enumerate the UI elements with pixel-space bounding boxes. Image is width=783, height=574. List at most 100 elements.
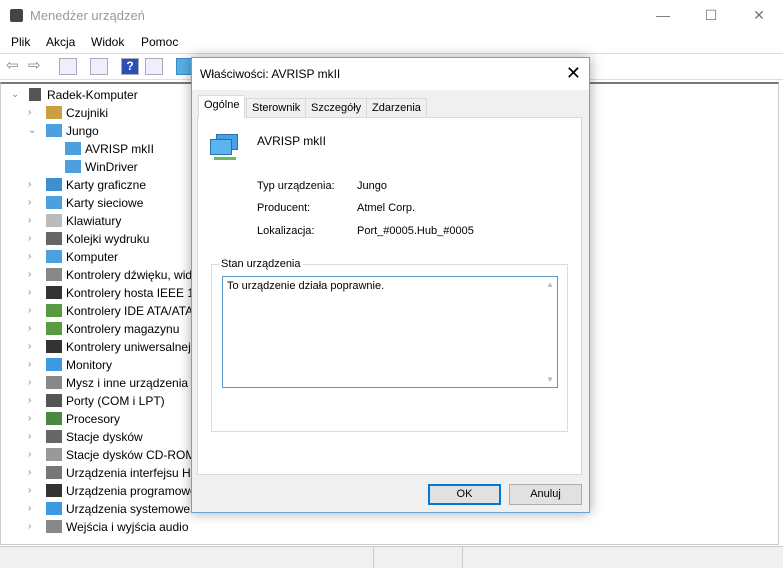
close-button[interactable]: ✕ — [736, 0, 782, 32]
chevron-right-icon[interactable]: › — [28, 302, 38, 320]
chevron-right-icon[interactable]: › — [28, 176, 38, 194]
menu-plik[interactable]: Plik — [11, 35, 30, 49]
usb-icon — [46, 340, 62, 353]
chevron-right-icon[interactable]: › — [28, 266, 38, 284]
chevron-right-icon[interactable]: › — [28, 356, 38, 374]
field-value-type: Jungo — [357, 180, 387, 192]
menu-pomoc[interactable]: Pomoc — [141, 35, 178, 49]
tree-item-label: Urządzenia systemowe — [66, 502, 191, 516]
chevron-right-icon[interactable]: › — [28, 446, 38, 464]
chevron-right-icon[interactable]: › — [28, 410, 38, 428]
hid-icon — [46, 466, 62, 479]
printer-icon — [46, 232, 62, 245]
chevron-right-icon[interactable]: › — [28, 482, 38, 500]
tree-item-label: Monitory — [66, 358, 113, 372]
menu-widok[interactable]: Widok — [91, 35, 124, 49]
tree-item-label: Procesory — [66, 412, 121, 426]
dialog-title-bar: Właściwości: AVRISP mkII ✕ — [192, 58, 589, 90]
tree-item-label: Urządzenia programowe — [66, 484, 197, 498]
tree-item-label: Porty (COM i LPT) — [66, 394, 165, 408]
dialog-title: Właściwości: AVRISP mkII — [200, 67, 341, 81]
network-icon — [65, 142, 81, 155]
scroll-down-icon[interactable]: ▼ — [546, 375, 554, 384]
tab-sterownik[interactable]: Sterownik — [246, 98, 307, 117]
tree-item-label: Jungo — [66, 124, 99, 138]
tab-zdarzenia[interactable]: Zdarzenia — [366, 98, 427, 117]
chevron-right-icon[interactable]: › — [28, 320, 38, 338]
sensor-icon — [46, 106, 62, 119]
tree-item-label: Kontrolery dźwięku, wid — [66, 268, 193, 282]
help-icon[interactable]: ? — [121, 58, 139, 75]
field-label-manufacturer: Producent: — [257, 202, 311, 214]
chevron-right-icon[interactable]: › — [28, 374, 38, 392]
chevron-right-icon[interactable]: › — [28, 194, 38, 212]
tree-item-label: Mysz i inne urządzenia w — [66, 376, 201, 390]
tab-ogolne[interactable]: Ogólne — [198, 95, 246, 118]
device-status-group: Stan urządzenia To urządzenie działa pop… — [211, 258, 568, 432]
tab-szczegoly[interactable]: Szczegóły — [305, 98, 368, 117]
run-icon[interactable] — [145, 58, 163, 75]
chevron-down-icon[interactable]: ⌄ — [11, 86, 21, 104]
system-icon — [46, 502, 62, 515]
app-icon — [10, 9, 23, 22]
tree-root-label: Radek-Komputer — [47, 88, 138, 102]
tree-item-label: WinDriver — [85, 160, 138, 174]
field-label-type: Typ urządzenia: — [257, 180, 335, 192]
chevron-right-icon[interactable]: › — [28, 212, 38, 230]
ok-button[interactable]: OK — [428, 484, 501, 505]
speaker-icon — [46, 520, 62, 533]
minimize-button[interactable]: — — [640, 0, 686, 32]
chevron-right-icon[interactable]: › — [28, 230, 38, 248]
field-value-location: Port_#0005.Hub_#0005 — [357, 225, 474, 237]
chevron-right-icon[interactable]: › — [28, 248, 38, 266]
chevron-right-icon[interactable]: › — [28, 500, 38, 518]
title-bar: Menedżer urządzeń — ☐ ✕ — [0, 0, 783, 32]
device-status-label: Stan urządzenia — [219, 258, 303, 270]
tree-item-label: Kontrolery uniwersalnej — [66, 340, 191, 354]
device-status-text: To urządzenie działa poprawnie. — [227, 280, 385, 292]
network-icon — [65, 160, 81, 173]
tree-item-label: Urządzenia interfejsu HI — [66, 466, 195, 480]
mouse-icon — [46, 376, 62, 389]
chevron-right-icon[interactable]: › — [28, 104, 38, 122]
device-status-textbox[interactable]: To urządzenie działa poprawnie. ▲ ▼ — [222, 276, 558, 388]
cpu-icon — [46, 412, 62, 425]
menu-akcja[interactable]: Akcja — [46, 35, 75, 49]
usb-icon — [46, 286, 62, 299]
tree-item-label: AVRISP mkII — [85, 142, 154, 156]
field-value-manufacturer: Atmel Corp. — [357, 202, 416, 214]
chevron-right-icon[interactable]: › — [28, 392, 38, 410]
properties-dialog: Właściwości: AVRISP mkII ✕ Ogólne Sterow… — [191, 57, 590, 513]
chevron-right-icon[interactable]: › — [28, 338, 38, 356]
tree-item-label: Wejścia i wyjścia audio — [66, 520, 189, 534]
forward-icon[interactable]: ⇨ — [28, 56, 46, 74]
speaker-icon — [46, 268, 62, 281]
network-device-icon — [210, 134, 240, 162]
device-name: AVRISP mkII — [257, 134, 326, 148]
computer-icon — [46, 250, 62, 263]
tree-item-label: Kontrolery IDE ATA/ATA — [66, 304, 194, 318]
back-icon[interactable]: ⇦ — [6, 56, 24, 74]
network-icon — [46, 124, 62, 137]
scroll-up-icon[interactable]: ▲ — [546, 280, 554, 289]
chevron-right-icon[interactable]: › — [28, 428, 38, 446]
tree-item-label: Kontrolery hosta IEEE 13 — [66, 286, 201, 300]
cancel-button[interactable]: Anuluj — [509, 484, 582, 505]
chevron-right-icon[interactable]: › — [28, 284, 38, 302]
field-label-location: Lokalizacja: — [257, 225, 315, 237]
tree-item-label: Stacje dysków — [66, 430, 143, 444]
maximize-button[interactable]: ☐ — [688, 0, 734, 32]
chevron-down-icon[interactable]: ⌄ — [28, 122, 38, 140]
show-hide-tree-icon[interactable] — [59, 58, 77, 75]
storage-icon — [46, 322, 62, 335]
menu-bar: Plik Akcja Widok Pomoc — [0, 32, 783, 53]
port-icon — [46, 394, 62, 407]
properties-icon[interactable] — [90, 58, 108, 75]
cdrom-icon — [46, 448, 62, 461]
chevron-right-icon[interactable]: › — [28, 464, 38, 482]
disk-icon — [46, 430, 62, 443]
app-title: Menedżer urządzeń — [30, 8, 145, 23]
chevron-right-icon[interactable]: › — [28, 518, 38, 536]
dialog-close-icon[interactable]: ✕ — [566, 63, 581, 84]
tree-item[interactable]: › Wejścia i wyjścia audio — [1, 518, 301, 536]
